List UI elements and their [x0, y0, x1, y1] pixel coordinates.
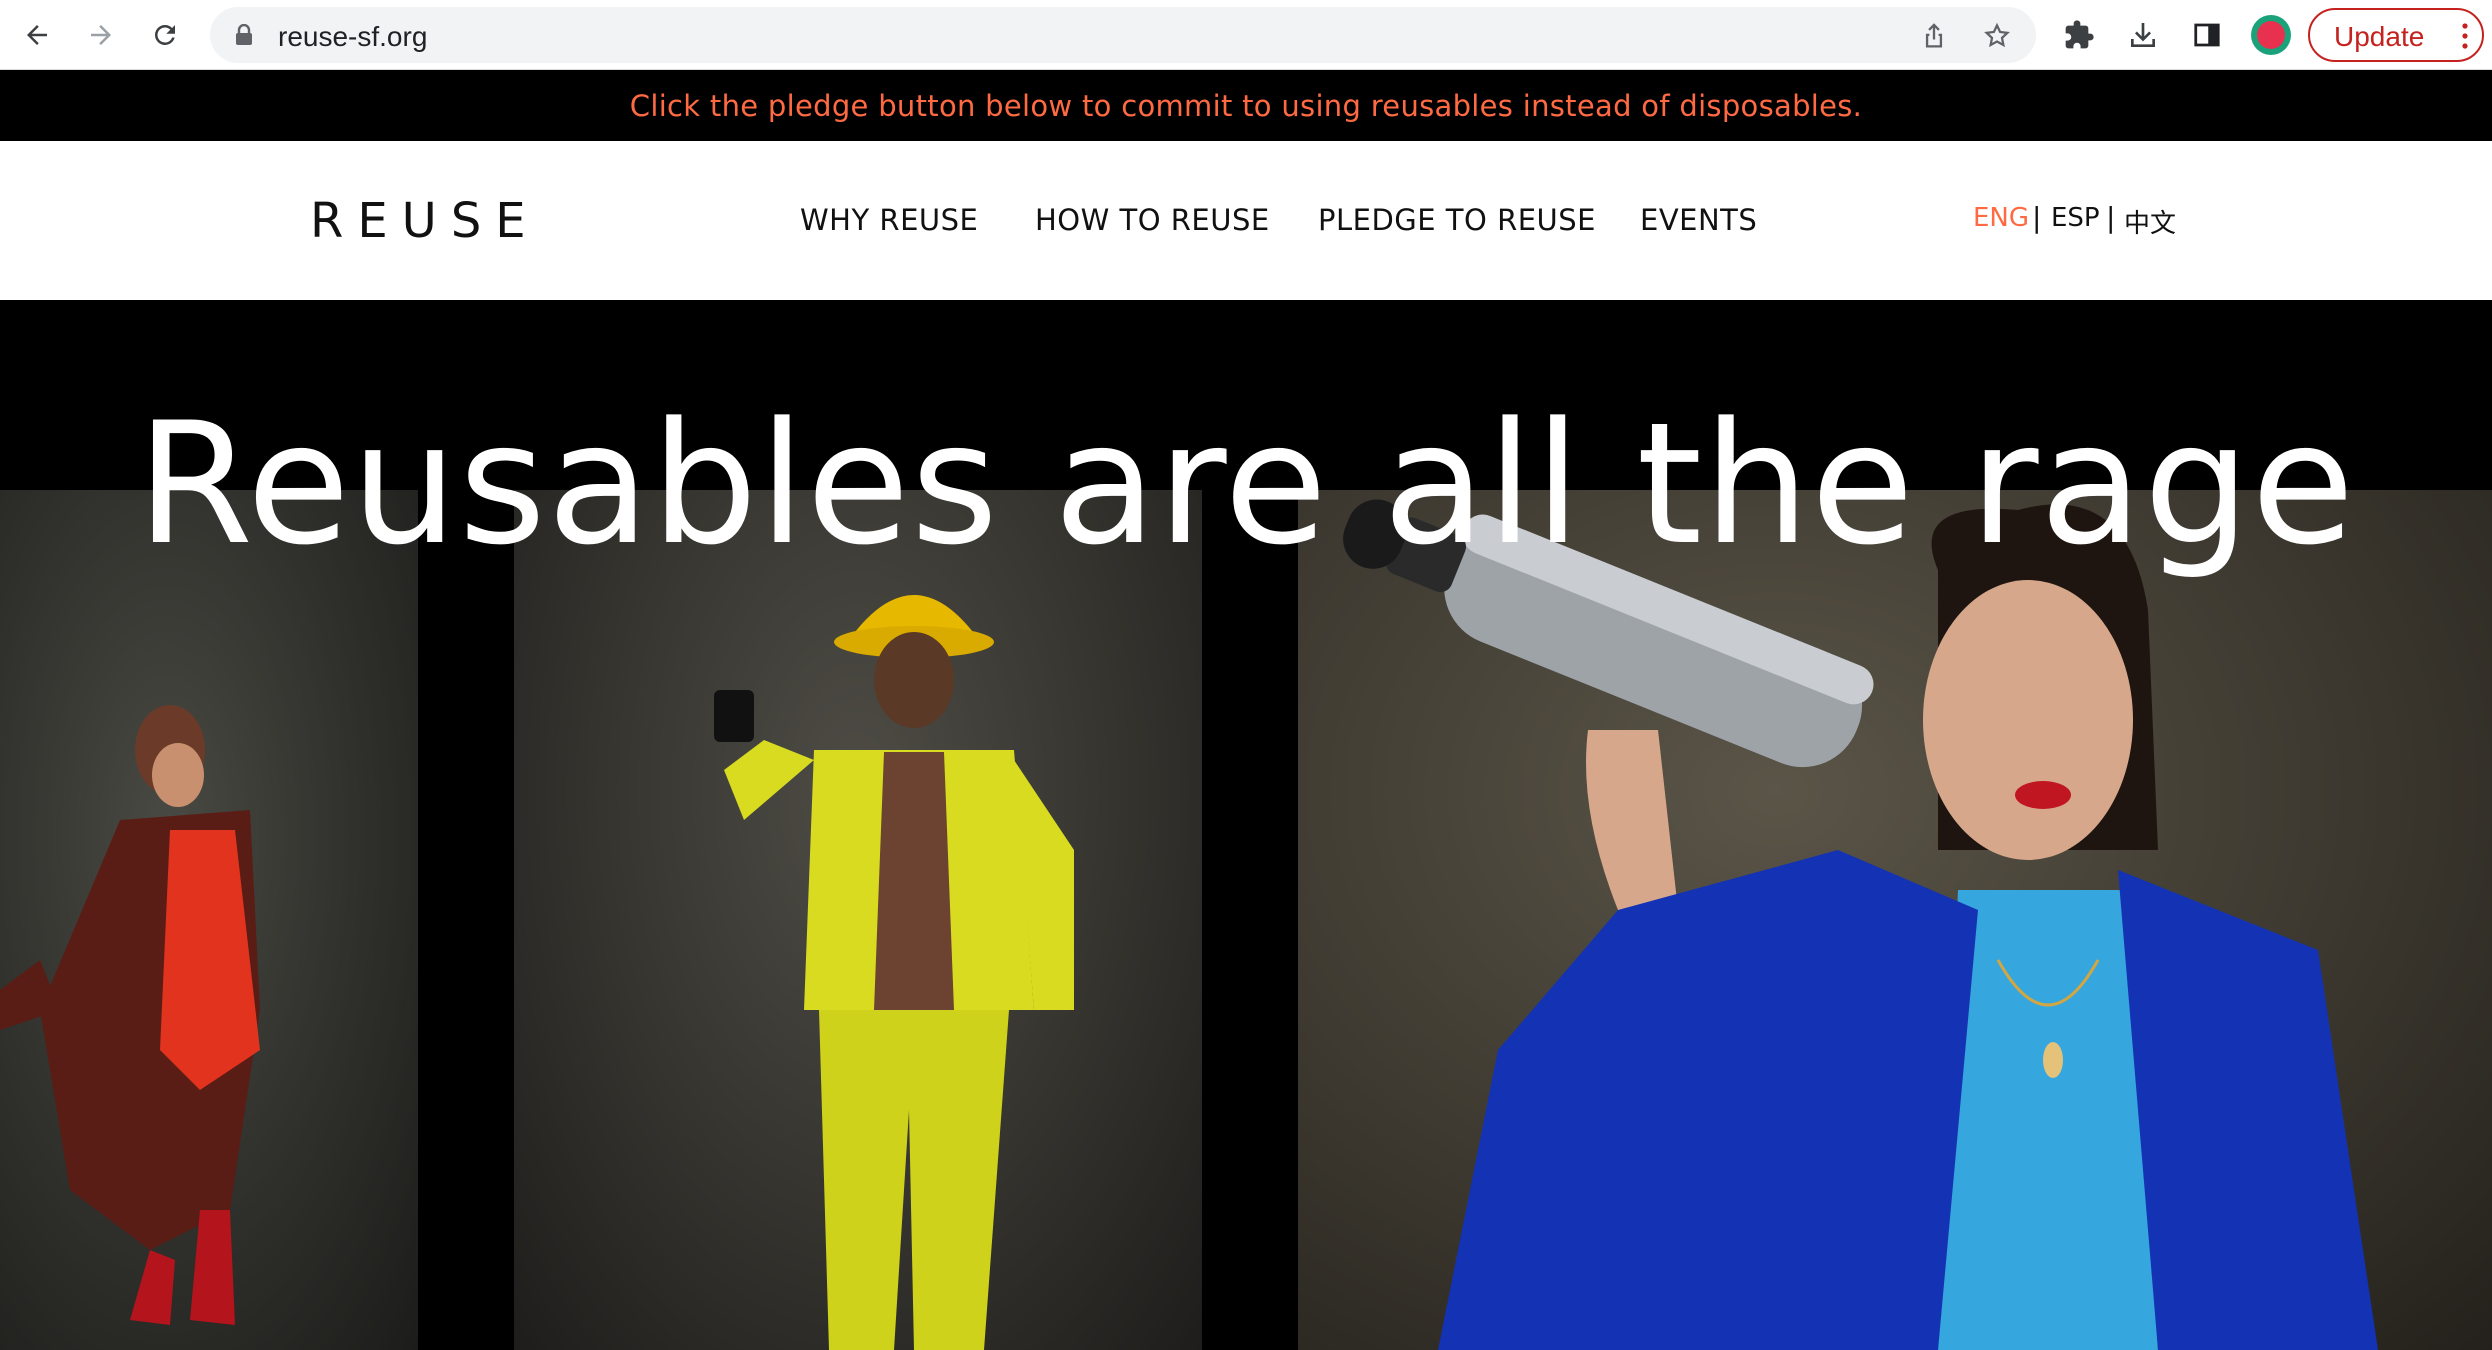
announcement-text: Click the pledge button below to commit … [629, 88, 1863, 123]
nav-pledge-to-reuse[interactable]: PLEDGE TO REUSE [1318, 203, 1596, 237]
nav-why-reuse[interactable]: WHY REUSE [800, 203, 978, 237]
profile-button[interactable] [2246, 10, 2296, 60]
more-vert-icon[interactable] [2462, 22, 2468, 50]
downloads-button[interactable] [2118, 10, 2168, 60]
back-button[interactable] [12, 10, 62, 60]
download-icon [2131, 23, 2155, 47]
nav-how-to-reuse[interactable]: HOW TO REUSE [1035, 203, 1270, 237]
hero-photo-left [0, 490, 418, 1350]
address-bar[interactable]: reuse-sf.org [210, 7, 2036, 63]
lang-separator: | [2106, 201, 2116, 234]
hero-photo-middle [514, 490, 1202, 1350]
puzzle-icon [2065, 20, 2094, 49]
update-label: Update [2334, 21, 2425, 52]
side-panel-button[interactable] [2182, 10, 2232, 60]
avatar-icon [2251, 15, 2291, 55]
model-red-dress-image [0, 705, 260, 1325]
extensions-button[interactable] [2054, 10, 2104, 60]
hero-section: Reusables are all the rage [0, 300, 2492, 1350]
browser-toolbar: reuse-sf.org Update [0, 0, 2492, 70]
lock-icon [236, 24, 252, 45]
announcement-bar: Click the pledge button below to commit … [0, 70, 2492, 141]
reload-button[interactable] [140, 10, 190, 60]
reload-icon [155, 24, 175, 45]
lang-separator: | [2032, 201, 2042, 234]
url-text: reuse-sf.org [278, 21, 428, 52]
model-blue-blazer-image [1343, 499, 2378, 1350]
side-panel-icon [2194, 23, 2220, 47]
update-button[interactable]: Update [2308, 8, 2484, 62]
forward-arrow-icon [91, 25, 111, 45]
lang-chinese[interactable]: 中文 [2124, 203, 2176, 240]
model-yellow-outfit-image [714, 595, 1074, 1350]
lang-esp[interactable]: ESP [2051, 203, 2100, 233]
hero-title: Reusables are all the rage [136, 386, 2356, 582]
forward-button[interactable] [76, 10, 126, 60]
share-icon[interactable] [1920, 21, 1948, 51]
hero-photo-right [1298, 490, 2492, 1350]
lang-eng[interactable]: ENG [1973, 203, 2029, 233]
back-arrow-icon [27, 25, 47, 45]
nav-events[interactable]: EVENTS [1640, 203, 1757, 237]
site-header: REUSE WHY REUSE HOW TO REUSE PLEDGE TO R… [0, 141, 2492, 300]
bookmark-star-icon[interactable] [1982, 21, 2012, 51]
site-logo[interactable]: REUSE [310, 193, 540, 249]
